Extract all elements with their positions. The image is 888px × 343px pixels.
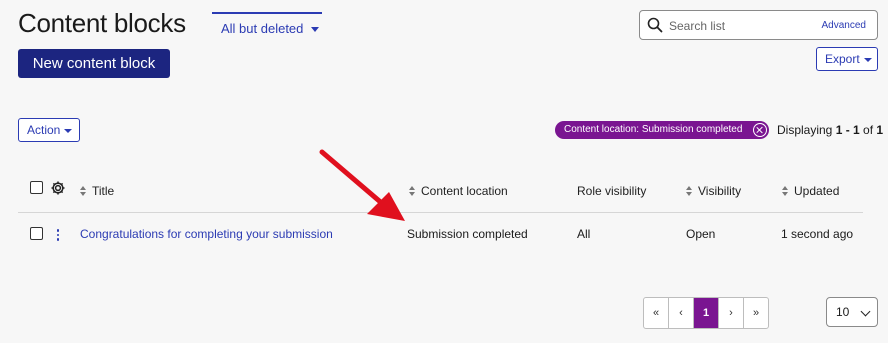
export-button[interactable]: Export	[816, 47, 878, 71]
table-divider	[18, 212, 863, 213]
kebab-menu-icon[interactable]	[56, 229, 60, 241]
caret-down-icon	[64, 128, 73, 133]
displaying-of: of	[859, 123, 877, 137]
column-header-updated-label: Updated	[794, 184, 840, 198]
select-all-checkbox[interactable]	[30, 181, 43, 194]
column-header-content-location[interactable]: Content location	[409, 184, 508, 198]
active-filter-label: Content location: Submission completed	[564, 124, 743, 135]
search-box[interactable]: Search list Advanced	[639, 10, 878, 40]
column-header-updated[interactable]: Updated	[782, 184, 839, 198]
displaying-range: 1 - 1	[835, 123, 860, 137]
column-header-title-label: Title	[92, 184, 115, 198]
per-page-value: 10	[836, 305, 850, 319]
row-visibility: Open	[686, 227, 716, 241]
gear-icon[interactable]	[50, 180, 66, 196]
action-label: Action	[27, 123, 61, 137]
column-header-content-location-label: Content location	[421, 184, 508, 198]
column-header-visibility[interactable]: Visibility	[686, 184, 741, 198]
caret-down-icon	[311, 27, 320, 33]
row-updated: 1 second ago	[781, 227, 854, 241]
last-page-button[interactable]: »	[744, 298, 768, 328]
active-filter-chip: Content location: Submission completed	[555, 121, 769, 139]
column-header-visibility-label: Visibility	[698, 184, 742, 198]
row-role-visibility: All	[577, 227, 591, 241]
filter-label: All but deleted	[221, 21, 304, 36]
row-content-location: Submission completed	[407, 227, 528, 241]
page-1-button[interactable]: 1	[694, 298, 719, 328]
sort-icon	[686, 186, 693, 196]
displaying-total: 1	[876, 123, 884, 137]
action-button[interactable]: Action	[18, 118, 80, 142]
per-page-select[interactable]: 10	[826, 297, 878, 327]
new-content-block-button[interactable]: New content block	[18, 49, 170, 78]
next-page-button[interactable]: ›	[719, 298, 744, 328]
row-checkbox[interactable]	[30, 227, 43, 240]
page-title: Content blocks	[18, 8, 186, 38]
row-title-link[interactable]: Congratulations for completing your subm…	[80, 227, 333, 241]
annotation-arrow	[319, 149, 405, 221]
caret-down-icon	[863, 57, 872, 62]
first-page-button[interactable]: «	[644, 298, 669, 328]
sort-icon	[80, 186, 87, 196]
displaying-prefix: Displaying	[777, 123, 836, 137]
sort-icon	[782, 186, 789, 196]
close-circle-icon[interactable]	[753, 123, 767, 137]
chevron-down-icon	[860, 306, 871, 317]
filter-dropdown[interactable]: All but deleted	[212, 12, 322, 40]
advanced-search-link[interactable]: Advanced	[822, 20, 866, 31]
column-header-role-visibility: Role visibility	[577, 184, 647, 198]
search-input[interactable]: Search list	[669, 19, 725, 33]
search-icon	[647, 17, 663, 33]
export-label: Export	[825, 52, 860, 66]
displaying-count: Displaying 1 - 1 of 1	[777, 123, 883, 137]
pagination: « ‹ 1 › »	[643, 297, 769, 329]
prev-page-button[interactable]: ‹	[669, 298, 694, 328]
column-header-title[interactable]: Title	[80, 184, 114, 198]
